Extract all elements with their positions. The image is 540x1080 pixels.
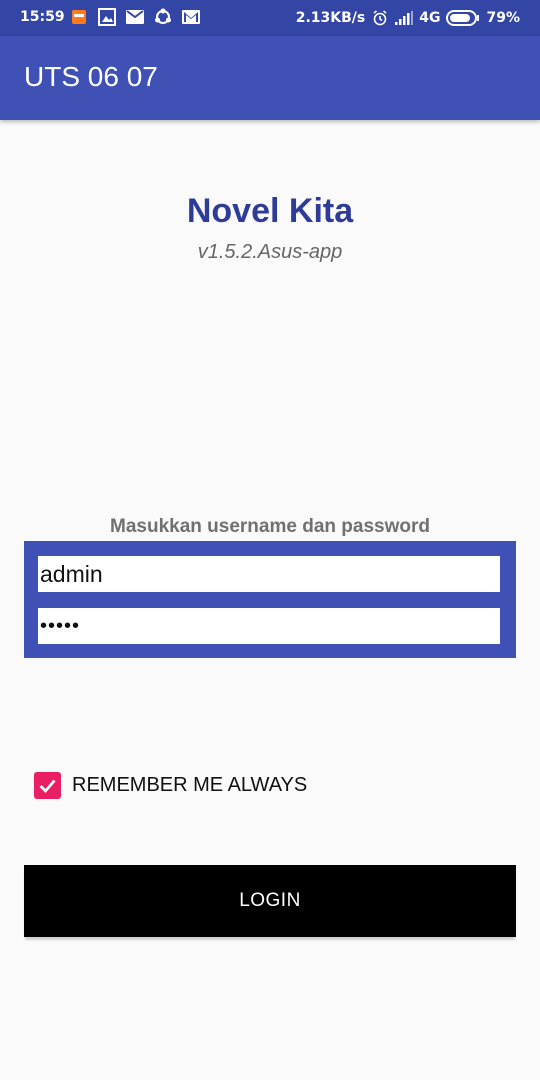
login-button[interactable]: LOGIN [24,865,516,937]
mail-icon [126,8,144,26]
network-speed: 2.13KB/s [295,10,366,26]
check-icon [39,779,56,794]
notification-icons [70,8,200,26]
login-form [24,541,516,658]
gmail-icon [182,8,200,26]
remember-label: REMEMBER ME ALWAYS [72,774,308,796]
signal-icon [395,9,414,27]
status-right: 2.13KB/s 4G 79% [296,9,520,27]
brand-version: v1.5.2.Asus-app [197,241,343,263]
login-prompt: Masukkan username dan password [110,516,430,537]
battery-icon [446,9,480,27]
network-type: 4G [419,10,441,26]
remember-me[interactable]: REMEMBER ME ALWAYS [34,772,307,799]
calendar-icon [70,8,88,26]
alarm-icon [371,9,389,27]
status-time: 15:59 [20,9,65,25]
brand-title: Novel Kita [186,192,354,230]
share-icon [154,8,172,26]
remember-checkbox[interactable] [34,772,61,799]
password-input[interactable] [38,608,500,644]
app-title: UTS 06 07 [24,61,158,92]
battery-percent: 79% [486,10,520,26]
username-input[interactable] [38,556,500,592]
app-bar: UTS 06 07 [0,36,540,120]
status-bar: 15:59 2.13KB/s 4G 79% [0,0,540,36]
photo-icon [98,8,116,26]
